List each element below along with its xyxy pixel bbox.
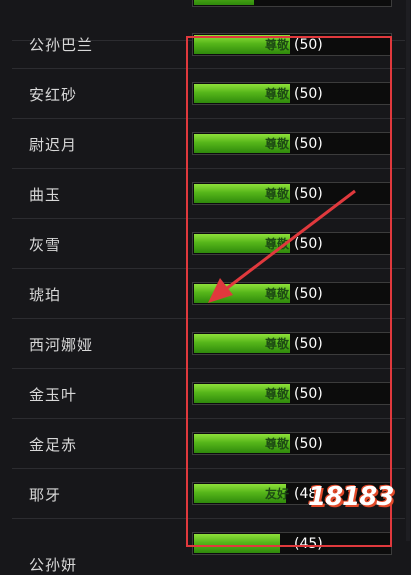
annotation-arrow-icon — [208, 189, 356, 303]
site-watermark: 18183 — [308, 482, 394, 512]
scrollbar[interactable] — [406, 0, 410, 541]
